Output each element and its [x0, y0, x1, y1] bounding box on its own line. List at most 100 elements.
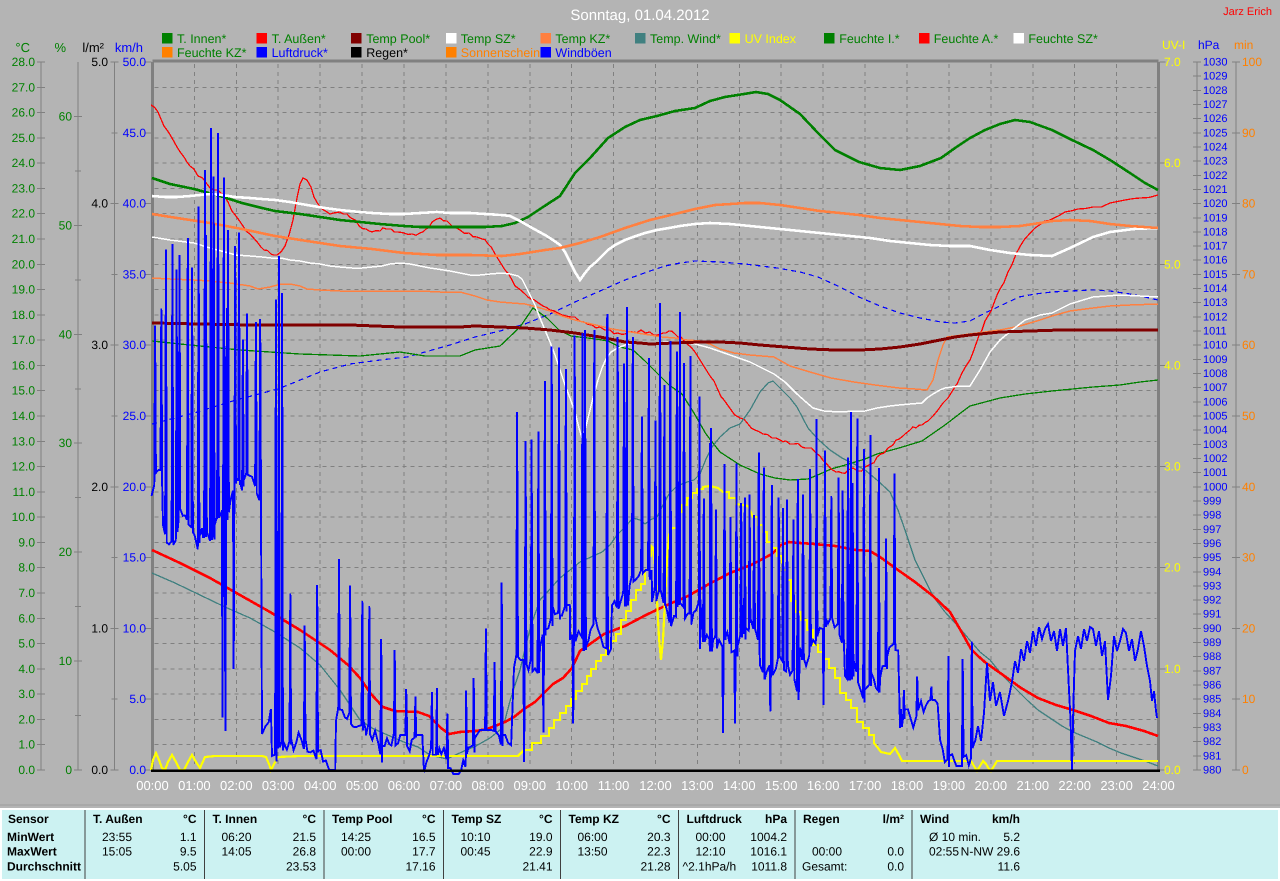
svg-text:1011: 1011 [1203, 326, 1227, 338]
svg-text:1009: 1009 [1203, 354, 1227, 366]
svg-text:15:00: 15:00 [765, 778, 798, 793]
svg-text:50: 50 [59, 218, 73, 232]
svg-text:50: 50 [1242, 409, 1256, 423]
svg-text:5.0: 5.0 [18, 637, 35, 651]
svg-text:20.3: 20.3 [647, 830, 671, 844]
svg-text:l/m²: l/m² [82, 40, 104, 55]
svg-text:1004.2: 1004.2 [750, 830, 787, 844]
svg-text:30: 30 [59, 436, 73, 450]
svg-text:20.0: 20.0 [12, 257, 36, 271]
svg-text:23.53: 23.53 [286, 860, 316, 874]
svg-text:1028: 1028 [1203, 85, 1227, 97]
svg-text:1016.1: 1016.1 [750, 845, 787, 859]
svg-text:1011.8: 1011.8 [751, 860, 787, 874]
svg-text:T. Innen*: T. Innen* [177, 32, 226, 46]
svg-text:25.0: 25.0 [12, 131, 36, 145]
svg-text:Temp SZ: Temp SZ [452, 812, 502, 826]
svg-text:1003: 1003 [1203, 439, 1227, 451]
svg-text:5.0: 5.0 [1164, 257, 1181, 271]
svg-text:13:00: 13:00 [681, 778, 714, 793]
svg-text:0: 0 [1242, 763, 1249, 777]
svg-text:16:00: 16:00 [807, 778, 840, 793]
svg-text:20: 20 [59, 545, 73, 559]
svg-text:1007: 1007 [1203, 382, 1227, 394]
svg-text:1010: 1010 [1203, 340, 1227, 352]
svg-text:8.0: 8.0 [18, 561, 35, 575]
svg-text:26.8: 26.8 [293, 845, 317, 859]
svg-text:T. Innen: T. Innen [213, 812, 258, 826]
svg-text:°C: °C [422, 812, 436, 826]
svg-text:45.0: 45.0 [123, 126, 147, 140]
svg-text:1.0: 1.0 [91, 621, 108, 635]
svg-text:06:20: 06:20 [222, 830, 252, 844]
svg-text:16.0: 16.0 [12, 358, 36, 372]
svg-text:Feuchte SZ*: Feuchte SZ* [1028, 32, 1098, 46]
svg-text:997: 997 [1203, 524, 1221, 536]
svg-text:4.0: 4.0 [91, 197, 108, 211]
svg-text:12:00: 12:00 [639, 778, 672, 793]
svg-text:21.41: 21.41 [522, 860, 552, 874]
svg-text:l/m²: l/m² [883, 812, 904, 826]
svg-text:hPa: hPa [1198, 38, 1220, 52]
svg-text:4.0: 4.0 [1164, 358, 1181, 372]
svg-text:km/h: km/h [992, 812, 1020, 826]
svg-text:03:00: 03:00 [262, 778, 295, 793]
svg-text:hPa: hPa [765, 812, 787, 826]
svg-text:18:00: 18:00 [891, 778, 924, 793]
svg-text:9.5: 9.5 [180, 845, 197, 859]
svg-text:T. Außen*: T. Außen* [272, 32, 326, 46]
svg-text:Temp KZ: Temp KZ [569, 812, 619, 826]
svg-text:19:00: 19:00 [933, 778, 966, 793]
svg-text:16.5: 16.5 [412, 830, 436, 844]
svg-text:23.0: 23.0 [12, 181, 36, 195]
svg-text:35.0: 35.0 [123, 267, 147, 281]
svg-text:Temp Pool: Temp Pool [332, 812, 392, 826]
svg-text:60: 60 [1242, 338, 1256, 352]
svg-text:22:00: 22:00 [1058, 778, 1091, 793]
svg-text:Gesamt:: Gesamt: [802, 860, 847, 874]
svg-text:40.0: 40.0 [123, 197, 147, 211]
svg-text:30.0: 30.0 [123, 338, 147, 352]
svg-text:Sonnenschein: Sonnenschein [461, 46, 540, 60]
svg-text:07:00: 07:00 [430, 778, 463, 793]
svg-text:1019: 1019 [1203, 212, 1227, 224]
svg-text:27.0: 27.0 [12, 80, 36, 94]
svg-text:N-NW 29.6: N-NW 29.6 [961, 845, 1021, 859]
svg-text:00:00: 00:00 [136, 778, 169, 793]
svg-text:0.0: 0.0 [91, 763, 108, 777]
svg-text:995: 995 [1203, 552, 1221, 564]
svg-text:50.0: 50.0 [123, 55, 147, 69]
svg-text:28.0: 28.0 [12, 55, 36, 69]
svg-text:22.9: 22.9 [529, 845, 553, 859]
svg-text:1017: 1017 [1203, 241, 1227, 253]
svg-text:Feuchte I.*: Feuchte I.* [839, 32, 900, 46]
svg-text:21.28: 21.28 [640, 860, 670, 874]
svg-text:0: 0 [65, 763, 72, 777]
svg-text:989: 989 [1203, 637, 1221, 649]
svg-text:991: 991 [1203, 609, 1221, 621]
svg-text:19.0: 19.0 [12, 283, 36, 297]
svg-text:00:00: 00:00 [696, 830, 726, 844]
svg-text:19.0: 19.0 [529, 830, 553, 844]
svg-text:14.0: 14.0 [12, 409, 36, 423]
svg-text:1.1: 1.1 [180, 830, 197, 844]
svg-text:984: 984 [1203, 708, 1221, 720]
svg-text:2.0: 2.0 [18, 712, 35, 726]
svg-text:1015: 1015 [1203, 269, 1227, 281]
svg-text:994: 994 [1203, 566, 1221, 578]
svg-text:1.0: 1.0 [18, 738, 35, 752]
svg-text:01:00: 01:00 [178, 778, 211, 793]
svg-text:Sonntag, 01.04.2012: Sonntag, 01.04.2012 [570, 7, 709, 24]
svg-text:1018: 1018 [1203, 226, 1227, 238]
svg-text:km/h: km/h [115, 40, 143, 55]
svg-text:Luftdruck: Luftdruck [687, 812, 743, 826]
svg-text:1022: 1022 [1203, 170, 1227, 182]
svg-text:11.0: 11.0 [13, 485, 36, 499]
svg-text:°C: °C [539, 812, 553, 826]
svg-text:2.0: 2.0 [1164, 561, 1181, 575]
svg-text:Temp KZ*: Temp KZ* [555, 32, 610, 46]
svg-text:Sensor: Sensor [8, 812, 49, 826]
svg-text:12.0: 12.0 [12, 460, 36, 474]
svg-text:23:00: 23:00 [1100, 778, 1133, 793]
svg-text:Temp Pool*: Temp Pool* [366, 32, 430, 46]
